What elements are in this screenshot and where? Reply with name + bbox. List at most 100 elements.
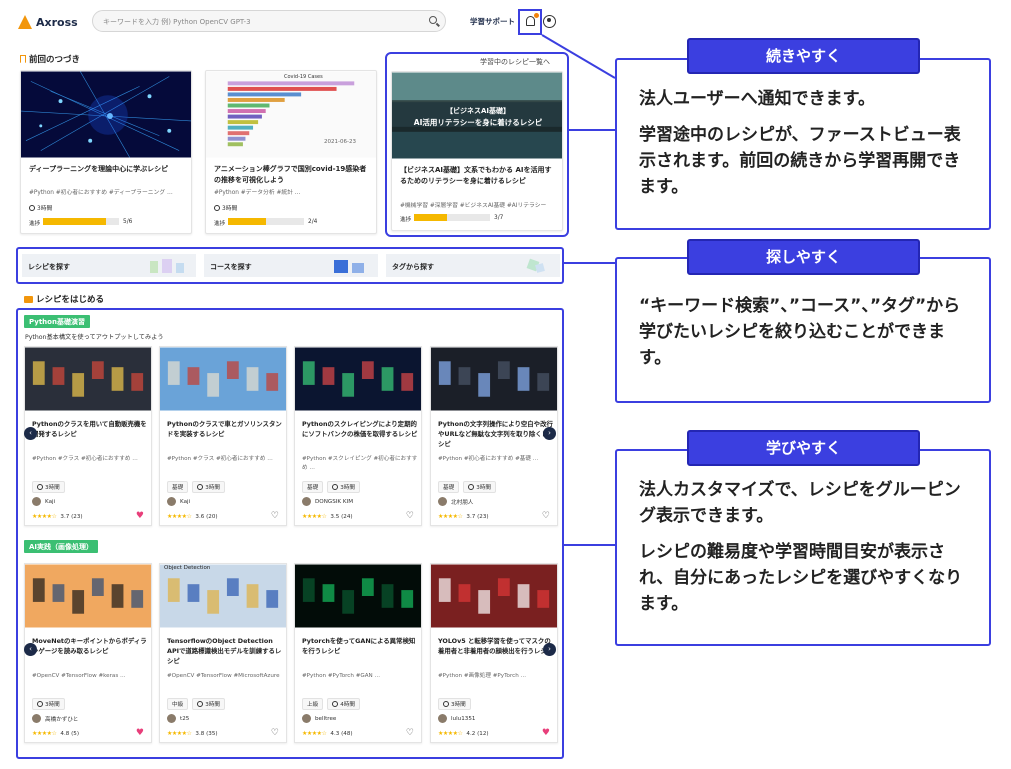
find-course-button[interactable]: コースを探す [204, 254, 378, 277]
author-avatar [167, 497, 176, 506]
card-rating: ★★★★☆ 3.8 (35) [167, 730, 218, 737]
user-icon[interactable] [543, 15, 556, 28]
card-title: アニメーション棒グラフで国別covid-19感染者の推移を可視化しよう [214, 165, 367, 184]
continue-card[interactable]: 【ビジネスAI基礎】 AI活用リテラシーを身に着けるレシピ 【ビジネスAI基礎】… [391, 71, 563, 231]
card-meta: 3時間 [438, 698, 471, 710]
category-subtitle: Python基本構文を使ってアウトプットしてみよう [25, 334, 164, 341]
card-tags: #Python #クラス #初心者におすすめ … [167, 456, 273, 462]
card-title: ディープラーニングを理論中心に学ぶレシピ [29, 165, 169, 173]
time-badge: 3時間 [32, 698, 65, 710]
progress-count: 2/4 [308, 219, 318, 225]
find-course-label: コースを探す [210, 263, 252, 271]
card-author[interactable]: belltree [302, 714, 336, 723]
category-badge: AI実践（画像処理） [24, 540, 99, 553]
card-time: 3時間 [214, 203, 237, 212]
race-bar [227, 97, 285, 102]
continue-list-link[interactable]: 学習中のレシピ一覧へ [480, 57, 550, 67]
star-rating-icon: ★★★★☆ [32, 513, 57, 520]
race-bar [227, 86, 337, 91]
author-avatar [302, 714, 311, 723]
rating-text: 3.5 (24) [330, 513, 353, 520]
favorite-heart-icon[interactable]: ♡ [542, 511, 550, 521]
card-meta: 基礎 3時間 [167, 481, 225, 493]
recipe-thumbnail [25, 564, 151, 628]
author-name: 北村朋人 [451, 499, 474, 506]
race-bar [227, 92, 302, 97]
race-bar [227, 125, 254, 130]
recipe-card[interactable]: MoveNetのキーポイントからボディランゲージを読み取るレシピ #OpenCV … [24, 563, 152, 743]
carousel-prev-button[interactable]: ‹ [24, 427, 37, 440]
recipe-card[interactable]: Pythonのスクレイピングにより定期的にソフトバンクの株価を取得するレシピ #P… [294, 346, 422, 526]
rating-text: 3.7 (23) [60, 513, 83, 520]
recipe-card[interactable]: Pytorchを使ってGANによる異常検知を行うレシピ #Python #PyTo… [294, 563, 422, 743]
rating-text: 4.2 (12) [466, 730, 489, 737]
carousel-next-button[interactable]: › [543, 427, 556, 440]
author-name: lulu1351 [451, 715, 476, 722]
card-author[interactable]: 高橋かずひと [32, 714, 78, 723]
search-icon[interactable] [429, 16, 437, 24]
favorite-heart-icon[interactable]: ♡ [406, 728, 414, 738]
carousel-next-button[interactable]: › [543, 643, 556, 656]
favorite-heart-icon[interactable]: ♥ [542, 728, 550, 738]
favorite-heart-icon[interactable]: ♥ [136, 511, 144, 521]
bell-icon [526, 16, 535, 26]
deep-learning-thumbnail [21, 71, 191, 158]
star-rating-icon: ★★★★☆ [302, 513, 327, 520]
card-meta: 3時間 [32, 481, 65, 493]
card-author[interactable]: 北村朋人 [438, 497, 473, 506]
recipe-thumbnail [295, 347, 421, 411]
author-avatar [32, 497, 41, 506]
favorite-heart-icon[interactable]: ♥ [136, 728, 144, 738]
clock-icon [332, 484, 339, 490]
start-section-title: レシピをはじめる [24, 293, 104, 305]
time-text: 3時間 [476, 485, 491, 491]
find-tag-label: タグから探す [392, 263, 434, 271]
card-title: MoveNetのキーポイントからボディランゲージを読み取るレシピ [32, 637, 147, 655]
favorite-heart-icon[interactable]: ♡ [271, 728, 279, 738]
star-rating-icon: ★★★★☆ [438, 513, 463, 520]
logo-text: Axross [36, 15, 78, 29]
rating-text: 3.7 (23) [466, 513, 489, 520]
card-tags: #Python #PyTorch #GAN … [302, 673, 381, 679]
author-avatar [302, 497, 311, 506]
callout-text: 法人ユーザーへ通知できます。 [639, 89, 875, 109]
find-tag-button[interactable]: タグから探す [386, 254, 560, 277]
support-link[interactable]: 学習サポート [470, 16, 515, 27]
callout-text: 法人カスタマイズで、レシピをグルーピング表示できます。 [639, 480, 961, 526]
recipe-card[interactable]: Pythonのクラスで車とガソリンスタンドを実装するレシピ #Python #クラ… [159, 346, 287, 526]
recipe-card[interactable]: Pythonの文字列操作により空白や改行やURLなど無駄な文字列を取り除くレシピ… [430, 346, 558, 526]
card-author[interactable]: DONGSIK KIM [302, 497, 353, 506]
recipe-card[interactable]: Object Detection TensorflowのObject Detect… [159, 563, 287, 743]
card-author[interactable]: Kaji [32, 497, 55, 506]
find-recipe-button[interactable]: レシピを探す [22, 254, 196, 277]
time-text: 3時間 [340, 485, 355, 491]
clock-icon [37, 701, 43, 707]
callout-text: 学習途中のレシピが、ファーストビュー表示されます。前回の続きから学習再開できます… [639, 125, 961, 197]
level-badge: 基礎 [167, 481, 189, 493]
progress-fill [414, 214, 447, 221]
favorite-heart-icon[interactable]: ♡ [406, 511, 414, 521]
recipe-thumbnail [431, 347, 557, 411]
continue-card[interactable]: ディープラーニングを理論中心に学ぶレシピ #Python #初心者におすすめ #… [20, 70, 192, 234]
recipe-card[interactable]: Pythonのクラスを用いて自動販売機を開発するレシピ #Python #クラス … [24, 346, 152, 526]
card-tags: #Python #データ分析 #統計 … [214, 190, 301, 196]
thumb-chart-date: 2021-06-23 [324, 139, 356, 145]
thumb-label: Object Detection [164, 565, 211, 571]
card-author[interactable]: t25 [167, 714, 189, 723]
callout-find: “キーワード検索”、”コース”、”タグ”から学びたいレシピを絞り込むことができま… [615, 257, 991, 403]
card-title: YOLOv5 と転移学習を使ってマスクの着用者と非着用者の顔検出を行うレシピ [438, 637, 554, 655]
card-meta: 基礎 3時間 [302, 481, 360, 493]
notification-badge [534, 13, 539, 18]
carousel-prev-button[interactable]: ‹ [24, 643, 37, 656]
card-meta: 上級 4時間 [302, 698, 360, 710]
card-title: Pythonのクラスで車とガソリンスタンドを実装するレシピ [167, 420, 282, 438]
logo[interactable]: Axross [18, 12, 78, 32]
recipe-card[interactable]: YOLOv5 と転移学習を使ってマスクの着用者と非着用者の顔検出を行うレシピ #P… [430, 563, 558, 743]
continue-card[interactable]: Covid-19 Cases 2021-06-23 アニメーション棒グラフで国別… [205, 70, 377, 234]
notification-button[interactable] [518, 9, 542, 35]
card-author[interactable]: lulu1351 [438, 714, 475, 723]
search-input[interactable]: キーワードを入力 例) Python OpenCV GPT-3 [92, 10, 446, 32]
card-author[interactable]: Kaji [167, 497, 190, 506]
favorite-heart-icon[interactable]: ♡ [271, 511, 279, 521]
time-text: 3時間 [205, 485, 220, 491]
